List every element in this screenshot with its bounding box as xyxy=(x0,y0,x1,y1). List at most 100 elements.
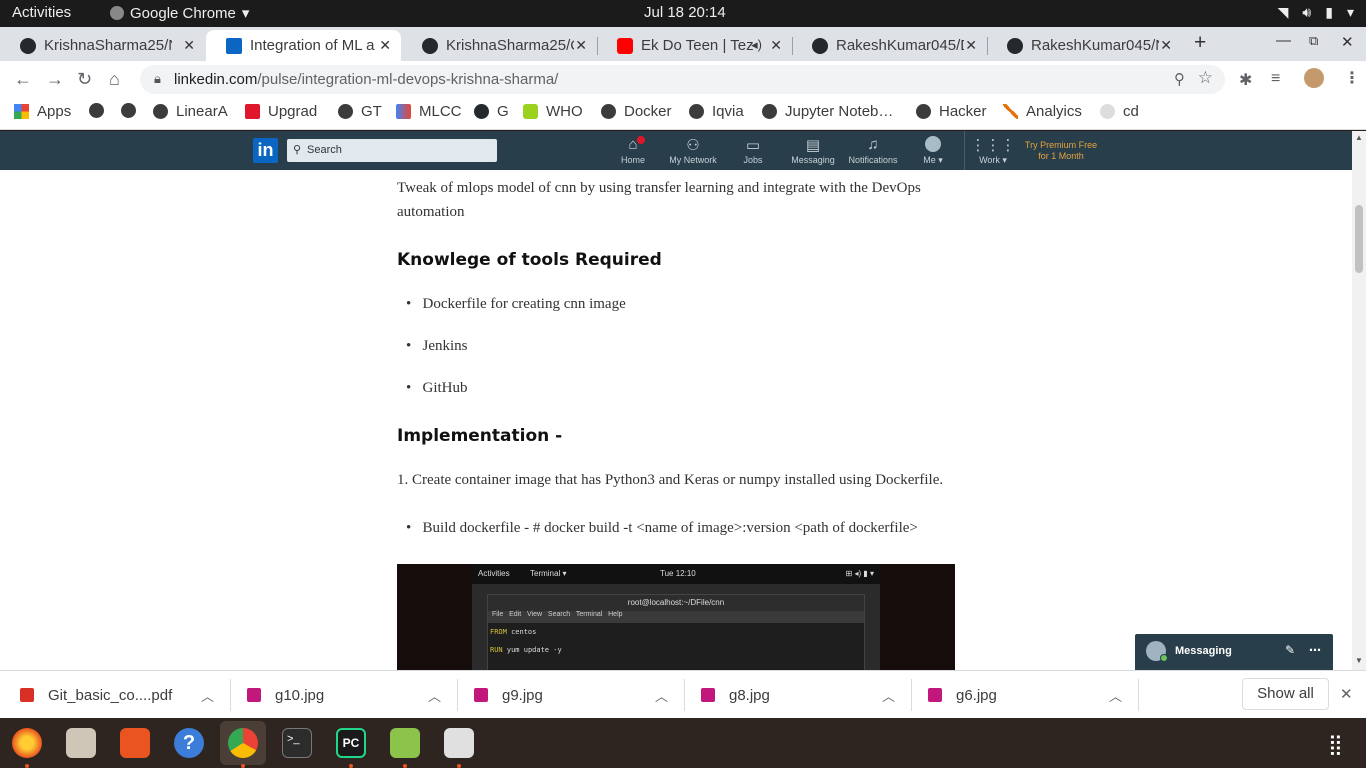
more-icon[interactable]: ⋯ xyxy=(1309,643,1321,657)
bookmark-lineara[interactable]: LinearA xyxy=(153,103,228,120)
bookmark-jupyter[interactable]: Jupyter Noteb… xyxy=(762,103,893,120)
globe-icon xyxy=(916,104,931,119)
close-icon[interactable]: ✕ xyxy=(183,37,195,54)
close-icon[interactable]: ✕ xyxy=(1340,685,1353,703)
messaging-widget[interactable]: Messaging ✎ ⋯ xyxy=(1135,634,1333,670)
nav-home[interactable]: ⌂ Home xyxy=(603,136,663,165)
github-icon xyxy=(20,37,36,54)
zoom-icon[interactable]: ⚲ xyxy=(1174,70,1185,88)
tab[interactable]: KrishnaSharma25/N ✕ xyxy=(0,30,205,61)
download-item[interactable]: g6.jpg ︿ xyxy=(928,671,1138,719)
more-menu-icon[interactable]: ⋮ xyxy=(1344,68,1360,88)
bookmark-apps[interactable]: Apps xyxy=(14,103,71,120)
bookmark-iqvia[interactable]: Iqvia xyxy=(689,103,744,120)
download-filename: Git_basic_co....pdf xyxy=(48,686,173,704)
activities-button[interactable]: Activities xyxy=(12,4,71,21)
nav-notifications[interactable]: ♫ Notifications xyxy=(843,136,903,165)
linkedin-logo[interactable]: in xyxy=(253,138,278,163)
tab[interactable]: RakeshKumar045/D ✕ xyxy=(792,30,987,61)
nav-messaging[interactable]: ▤ Messaging xyxy=(783,136,843,165)
bookmark-hacker[interactable]: Hacker xyxy=(916,103,987,120)
download-item[interactable]: Git_basic_co....pdf ︿ xyxy=(20,671,230,719)
minimize-button[interactable]: — xyxy=(1276,32,1291,49)
app-name: Google Chrome xyxy=(130,4,236,22)
bookmark-globe[interactable] xyxy=(121,103,144,118)
home-button[interactable]: ⌂ xyxy=(109,69,120,90)
download-item[interactable]: g10.jpg ︿ xyxy=(247,671,457,719)
article-screenshot[interactable]: Activities Terminal ▾ Tue 12:10 ⊞ ◂) ▮ ▾… xyxy=(397,564,955,670)
show-all-button[interactable]: Show all xyxy=(1242,678,1329,710)
bookmark-g[interactable]: G xyxy=(474,103,509,120)
screenshot-topbar: Activities Terminal ▾ Tue 12:10 ⊞ ◂) ▮ ▾ xyxy=(472,564,880,584)
software-center-icon[interactable] xyxy=(120,728,150,758)
extensions-icon[interactable]: ✱ xyxy=(1239,70,1252,90)
back-button[interactable]: ← xyxy=(14,69,32,90)
nav-label: Notifications xyxy=(848,155,898,165)
download-filename: g10.jpg xyxy=(275,686,325,704)
scroll-down-icon[interactable]: ▼ xyxy=(1355,656,1363,665)
bookmark-upgrad[interactable]: Upgrad xyxy=(245,103,317,120)
globe-icon xyxy=(121,103,136,118)
profile-avatar[interactable] xyxy=(1304,68,1324,88)
lock-icon[interactable]: 🔒︎ xyxy=(154,71,161,87)
bookmark-gt[interactable]: GT xyxy=(338,103,382,120)
media-control-icon[interactable]: ≡ xyxy=(1271,70,1280,88)
tab[interactable]: Ek Do Teen | Tez ◂) ✕ xyxy=(597,30,792,61)
nav-my-network[interactable]: ⚇ My Network xyxy=(663,136,723,165)
nav-me[interactable]: Me ▾ xyxy=(903,136,963,166)
tab[interactable]: RakeshKumar045/N ✕ xyxy=(987,30,1182,61)
close-icon[interactable]: ✕ xyxy=(379,37,391,54)
clock[interactable]: Jul 18 20:14 xyxy=(644,4,726,21)
system-tray[interactable]: ◥ 🔊︎ ▮ ▾ xyxy=(1278,4,1354,21)
download-item[interactable]: g8.jpg ︿ xyxy=(701,671,911,719)
new-tab-button[interactable]: + xyxy=(1194,31,1206,55)
chevron-up-icon[interactable]: ︿ xyxy=(1109,686,1122,705)
chevron-up-icon[interactable]: ︿ xyxy=(882,686,895,705)
text-editor-icon[interactable] xyxy=(390,728,420,758)
bookmark-who[interactable]: WHO xyxy=(523,103,583,120)
compose-icon[interactable]: ✎ xyxy=(1285,643,1295,657)
pycharm-icon[interactable]: PC xyxy=(336,728,366,758)
page-scrollbar[interactable]: ▲ ▼ xyxy=(1352,131,1366,670)
search-input[interactable]: ⚲ Search xyxy=(287,139,497,162)
scroll-up-icon[interactable]: ▲ xyxy=(1355,133,1363,142)
bookmark-analyics[interactable]: Analyics xyxy=(1003,103,1082,120)
download-item[interactable]: g9.jpg ︿ xyxy=(474,671,684,719)
address-bar[interactable]: 🔒︎ linkedin.com/pulse/integration-ml-dev… xyxy=(140,65,1225,94)
firefox-icon[interactable] xyxy=(12,728,42,758)
chevron-up-icon[interactable]: ︿ xyxy=(655,686,668,705)
audio-playing-icon[interactable]: ◂) xyxy=(751,37,762,53)
terminal-icon[interactable]: >_ xyxy=(282,728,312,758)
document-viewer-icon[interactable] xyxy=(444,728,474,758)
help-icon[interactable]: ? xyxy=(174,728,204,758)
premium-link[interactable]: Try Premium Free for 1 Month xyxy=(1020,140,1102,162)
bookmark-globe[interactable] xyxy=(89,103,112,118)
globe-icon xyxy=(153,104,168,119)
bookmark-star-icon[interactable]: ☆ xyxy=(1198,68,1213,88)
close-icon[interactable]: ✕ xyxy=(965,37,977,54)
bookmark-label: Apps xyxy=(37,103,72,120)
bookmark-mlcc[interactable]: MLCC xyxy=(396,103,462,120)
tab-active[interactable]: Integration of ML a ✕ xyxy=(206,30,401,61)
close-icon[interactable]: ✕ xyxy=(575,37,587,54)
chevron-up-icon[interactable]: ︿ xyxy=(201,686,214,705)
files-icon[interactable] xyxy=(66,728,96,758)
close-icon[interactable]: ✕ xyxy=(770,37,782,54)
chevron-up-icon[interactable]: ︿ xyxy=(428,686,441,705)
reload-button[interactable]: ↻ xyxy=(77,69,92,90)
bookmark-docker[interactable]: Docker xyxy=(601,103,672,120)
restore-button[interactable]: ⧉ xyxy=(1309,33,1318,49)
nav-work[interactable]: ⋮⋮⋮ Work ▾ xyxy=(963,136,1023,166)
close-window-button[interactable]: ✕ xyxy=(1341,33,1354,51)
nav-jobs[interactable]: ▭ Jobs xyxy=(723,136,783,165)
show-applications-icon[interactable]: ⣿ xyxy=(1328,732,1343,757)
tab[interactable]: KrishnaSharma25/C ✕ xyxy=(402,30,597,61)
forward-button[interactable]: → xyxy=(46,69,64,90)
chrome-icon[interactable] xyxy=(228,728,258,758)
app-menu[interactable]: Google Chrome ▾ xyxy=(110,4,249,22)
bookmark-cd[interactable]: cd xyxy=(1100,103,1139,120)
scrollbar-thumb[interactable] xyxy=(1355,205,1363,273)
download-filename: g6.jpg xyxy=(956,686,997,704)
close-icon[interactable]: ✕ xyxy=(1160,37,1172,54)
messaging-label: Messaging xyxy=(1175,645,1232,657)
